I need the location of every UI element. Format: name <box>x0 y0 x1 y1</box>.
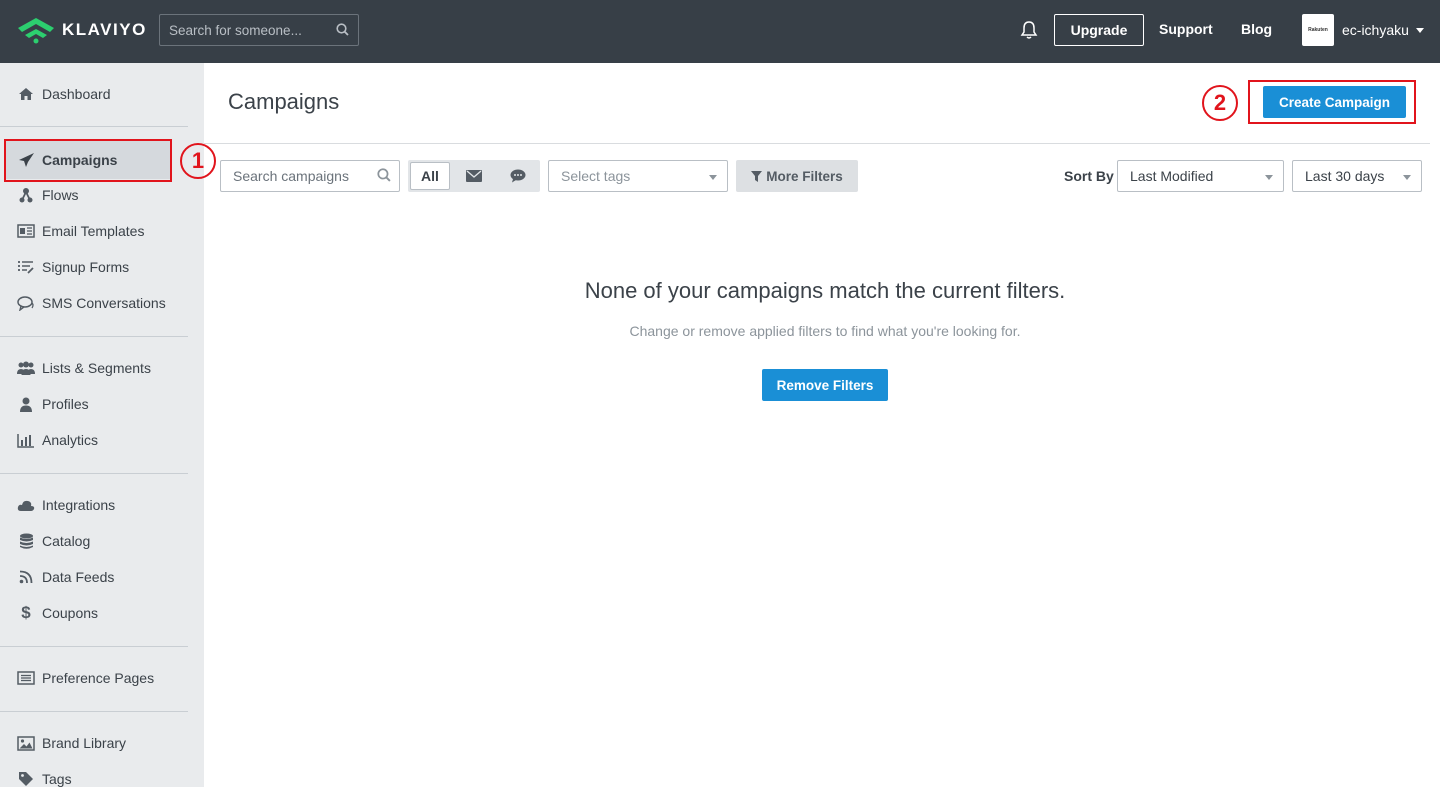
more-filters-button[interactable]: More Filters <box>736 160 858 192</box>
more-filters-label: More Filters <box>766 168 843 184</box>
sidebar-divider <box>0 473 188 474</box>
search-icon <box>377 168 391 182</box>
account-avatar: Rakuten <box>1302 14 1334 46</box>
sidebar-item-label: Data Feeds <box>42 569 115 585</box>
chevron-down-icon <box>1415 27 1424 33</box>
sidebar-item-label: Preference Pages <box>42 670 155 686</box>
sidebar-item-label: Email Templates <box>42 223 145 239</box>
sidebar-item-label: SMS Conversations <box>42 295 166 311</box>
logo-wifi-icon <box>18 18 54 44</box>
filter-sms-button[interactable] <box>498 162 538 190</box>
channel-filter: All <box>408 160 540 192</box>
sidebar-item-flows[interactable]: Flows <box>0 177 204 213</box>
filter-all-button[interactable]: All <box>410 162 450 190</box>
sidebar-item-lists-segments[interactable]: Lists & Segments <box>0 350 204 386</box>
account-menu[interactable]: Rakuten ec-ichyaku <box>1302 14 1424 46</box>
remove-filters-button[interactable]: Remove Filters <box>762 369 888 401</box>
dollar-icon: $ <box>21 603 31 622</box>
users-icon <box>16 359 36 377</box>
sidebar-item-label: Coupons <box>42 605 99 621</box>
sidebar-item-label: Signup Forms <box>42 259 130 275</box>
tags-select-placeholder: Select tags <box>561 168 631 184</box>
funnel-icon <box>751 170 763 182</box>
template-icon <box>16 222 36 240</box>
sidebar-item-label: Integrations <box>42 497 116 513</box>
blog-link[interactable]: Blog <box>1241 21 1272 37</box>
chat-icon <box>16 294 36 312</box>
bell-icon[interactable] <box>1020 20 1038 40</box>
empty-state-title: None of your campaigns match the current… <box>584 278 1066 303</box>
sort-select-value: Last Modified <box>1130 168 1214 184</box>
tags-select[interactable]: Select tags <box>548 160 728 192</box>
sidebar-item-label: Flows <box>42 187 79 203</box>
chevron-down-icon <box>1403 175 1411 180</box>
sidebar-item-profiles[interactable]: Profiles <box>0 386 204 422</box>
image-icon <box>16 734 36 752</box>
support-link[interactable]: Support <box>1159 21 1213 37</box>
campaign-search-input[interactable] <box>221 161 371 191</box>
sidebar-item-tags[interactable]: Tags <box>0 761 204 797</box>
sidebar-item-sms-conversations[interactable]: SMS Conversations <box>0 285 204 321</box>
database-icon <box>16 532 36 550</box>
sidebar-divider <box>0 646 188 647</box>
sort-by-label: Sort By <box>1064 168 1114 184</box>
annotation-marker-1-text: 1 <box>191 148 205 173</box>
sidebar-item-catalog[interactable]: Catalog <box>0 523 204 559</box>
list-page-icon <box>16 669 36 687</box>
sms-icon <box>510 169 526 183</box>
flow-icon <box>16 186 36 204</box>
home-icon <box>16 85 36 103</box>
sidebar-item-dashboard[interactable]: Dashboard <box>0 76 204 112</box>
envelope-icon <box>466 170 482 182</box>
sidebar-item-label: Catalog <box>42 533 91 549</box>
sidebar-divider <box>0 711 188 712</box>
campaign-search[interactable] <box>220 160 400 192</box>
sidebar-item-signup-forms[interactable]: Signup Forms <box>0 249 204 285</box>
tag-icon <box>16 770 36 788</box>
sidebar-item-email-templates[interactable]: Email Templates <box>0 213 204 249</box>
annotation-marker-2: 2 <box>1202 85 1238 121</box>
account-name: ec-ichyaku <box>1342 22 1409 38</box>
top-bar: KLAVIYO Upgrade Support Blog Rakuten ec-… <box>0 0 1440 63</box>
bar-chart-icon <box>16 431 36 449</box>
sidebar-item-label: Profiles <box>42 396 89 412</box>
date-range-value: Last 30 days <box>1305 168 1385 184</box>
annotation-box-campaigns <box>4 139 172 182</box>
page-title: Campaigns <box>228 89 340 114</box>
global-search[interactable] <box>159 14 359 46</box>
sidebar-item-label: Dashboard <box>42 86 111 102</box>
sidebar-item-preference-pages[interactable]: Preference Pages <box>0 660 204 696</box>
sidebar-item-label: Tags <box>42 771 72 787</box>
cloud-icon <box>16 496 36 514</box>
filter-email-button[interactable] <box>454 162 494 190</box>
chevron-down-icon <box>1265 175 1273 180</box>
sidebar-item-brand-library[interactable]: Brand Library <box>0 725 204 761</box>
date-range-select[interactable]: Last 30 days <box>1292 160 1422 192</box>
upgrade-button[interactable]: Upgrade <box>1054 14 1144 46</box>
logo-text: KLAVIYO <box>62 20 147 39</box>
sidebar-item-integrations[interactable]: Integrations <box>0 487 204 523</box>
empty-state-subtitle: Change or remove applied filters to find… <box>629 323 1021 339</box>
header-divider <box>204 143 1430 144</box>
account-logo-text: Rakuten <box>1308 27 1328 33</box>
sidebar-item-coupons[interactable]: $ Coupons <box>0 595 204 631</box>
annotation-marker-1: 1 <box>180 143 216 179</box>
chevron-down-icon <box>709 175 717 180</box>
create-campaign-button[interactable]: Create Campaign <box>1263 86 1406 118</box>
sidebar-divider <box>0 336 188 337</box>
sidebar-item-data-feeds[interactable]: Data Feeds <box>0 559 204 595</box>
global-search-input[interactable] <box>160 15 330 45</box>
sidebar-item-label: Brand Library <box>42 735 127 751</box>
user-icon <box>16 395 36 413</box>
annotation-marker-2-text: 2 <box>1213 90 1227 115</box>
rss-icon <box>16 568 36 586</box>
sidebar-item-analytics[interactable]: Analytics <box>0 422 204 458</box>
klaviyo-logo[interactable]: KLAVIYO <box>16 16 147 44</box>
search-icon <box>336 23 349 36</box>
sidebar-item-label: Analytics <box>42 432 99 448</box>
sort-select[interactable]: Last Modified <box>1117 160 1284 192</box>
sidebar-divider <box>0 126 188 127</box>
sidebar-item-label: Lists & Segments <box>42 360 151 376</box>
form-icon <box>16 258 36 276</box>
